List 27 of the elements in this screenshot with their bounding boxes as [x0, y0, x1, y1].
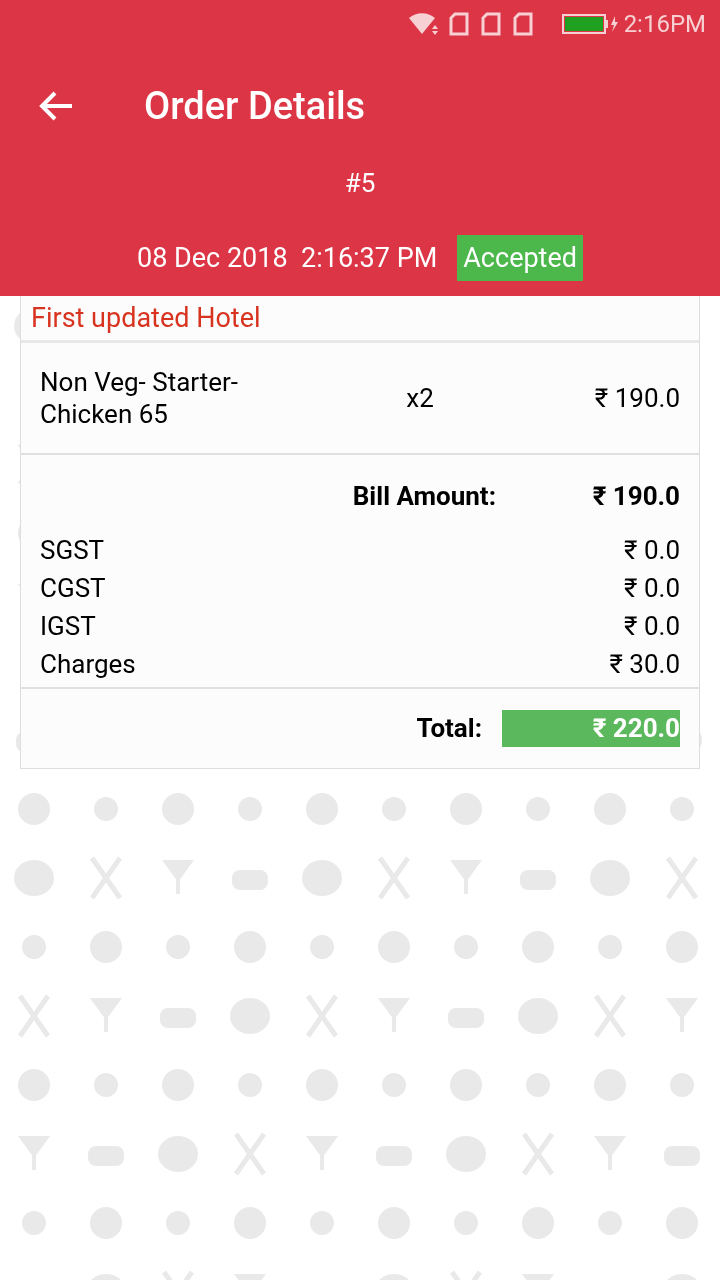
charge-label: Charges: [40, 647, 136, 681]
item-quantity: x2: [405, 381, 435, 415]
order-date-time: 08 Dec 2018 2:16:37 PM: [137, 240, 438, 276]
order-number: #5: [344, 167, 376, 200]
charge-amount: ₹ 0.0: [624, 571, 680, 605]
page-title: Order Details: [144, 82, 366, 130]
charge-amount: ₹ 0.0: [624, 533, 680, 567]
sim-card-icon: [447, 12, 470, 36]
sim-card-icon: [511, 12, 534, 36]
bill-amount-value: ₹ 190.0: [591, 479, 680, 513]
charge-label: SGST: [40, 533, 105, 567]
charge-label: CGST: [40, 571, 106, 605]
status-badge: Accepted: [457, 235, 583, 281]
sim-card-icon: [479, 12, 502, 36]
item-name: Non Veg- Starter- Chicken 65: [40, 366, 240, 430]
wifi-icon: [407, 12, 438, 36]
back-arrow-icon: [38, 90, 74, 122]
hotel-name: First updated Hotel: [31, 300, 261, 336]
total-amount: ₹ 220.0: [502, 710, 680, 747]
charge-label: IGST: [40, 609, 96, 643]
battery-icon: [561, 14, 620, 34]
item-price: ₹ 190.0: [593, 381, 680, 415]
clock-time: 2:16PM: [623, 9, 706, 40]
charge-amount: ₹ 0.0: [624, 609, 680, 643]
charge-amount: ₹ 30.0: [609, 647, 680, 681]
bill-amount-label: Bill Amount:: [352, 479, 496, 513]
total-label: Total:: [416, 712, 482, 745]
